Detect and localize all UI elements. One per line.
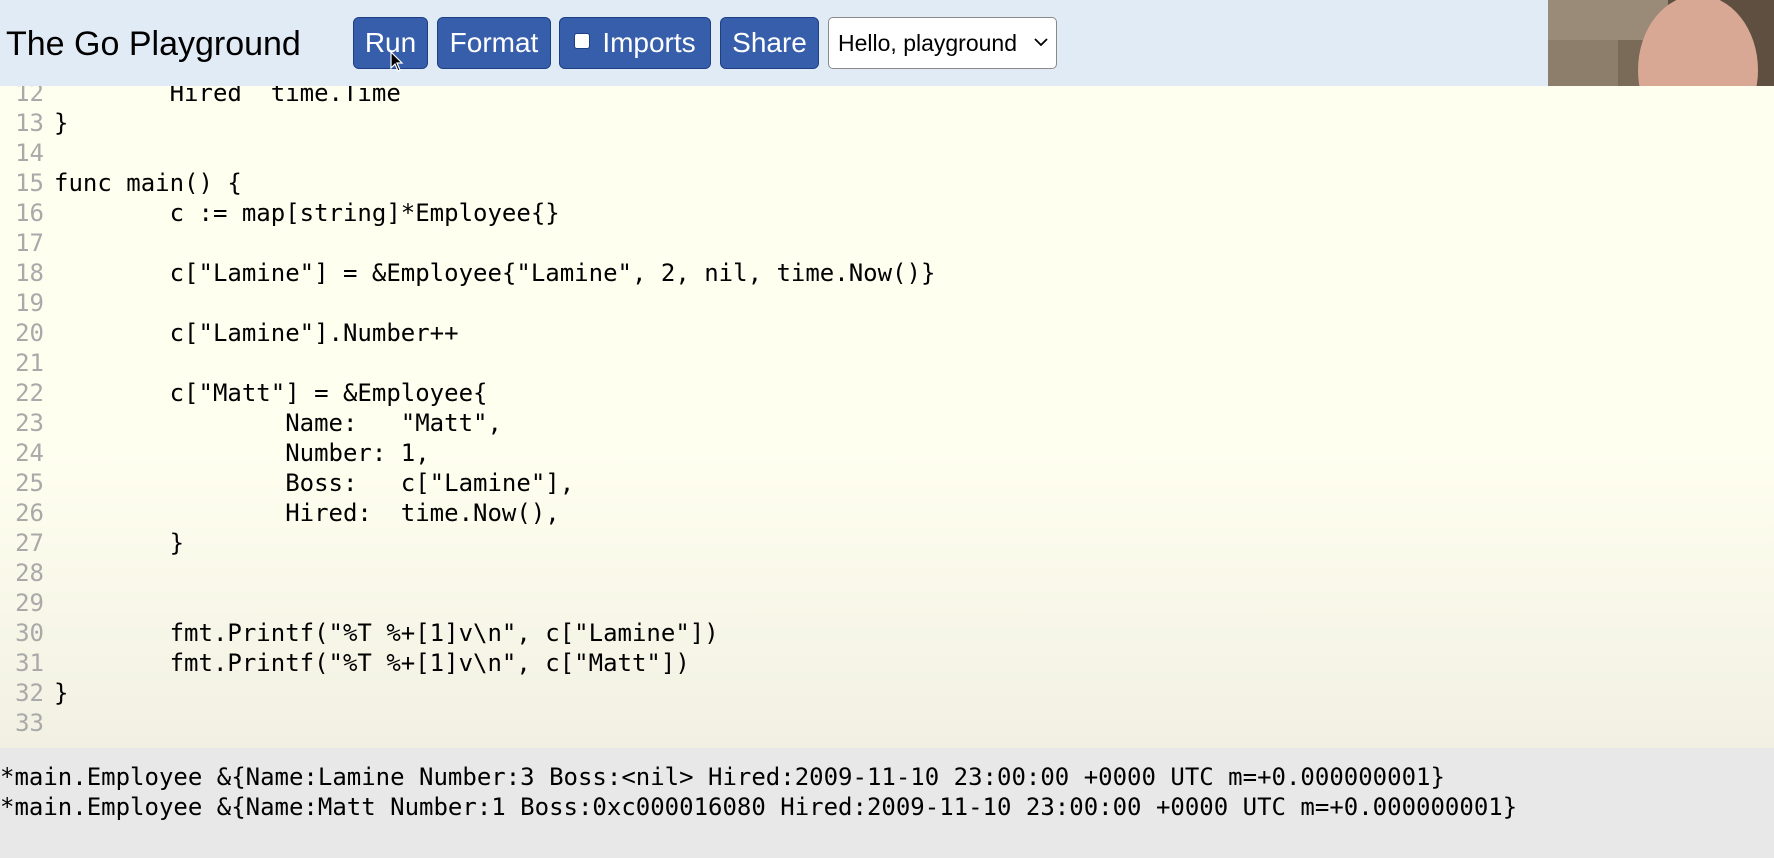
code-line[interactable]: 31 fmt.Printf("%T %+[1]v\n", c["Matt"]) [0, 648, 690, 678]
code-line[interactable]: 13} [0, 108, 68, 138]
line-code[interactable]: c["Matt"] = &Employee{ [54, 378, 488, 408]
code-line[interactable]: 21 [0, 348, 44, 378]
line-code[interactable]: Hired time.Time [54, 86, 401, 108]
line-number: 25 [15, 469, 44, 497]
code-line[interactable]: 15 func main() { [0, 168, 242, 198]
code-line[interactable]: 24 Number: 1, [0, 438, 430, 468]
code-line[interactable]: 22 c["Matt"] = &Employee{ [0, 378, 487, 408]
line-number: 16 [15, 199, 44, 227]
line-code[interactable]: } [54, 678, 68, 708]
code-line[interactable]: 25 Boss: c["Lamine"], [0, 468, 574, 498]
examples-selected-value: Hello, playground [838, 30, 1018, 56]
code-line[interactable]: 16 c := map[string]*Employee{} [0, 198, 560, 228]
output-lines: *main.Employee &{Name:Lamine Number:3 Bo… [0, 762, 1517, 822]
code-line[interactable]: 28 [0, 558, 44, 588]
line-code[interactable]: } [54, 528, 184, 558]
code-line[interactable]: 26 Hired: time.Now(), [0, 498, 560, 528]
format-button[interactable]: Format [437, 17, 551, 69]
code-line[interactable]: 18 c["Lamine"] = &Employee{"Lamine", 2, … [0, 258, 935, 288]
line-number: 19 [15, 289, 44, 317]
line-code[interactable]: c["Lamine"] = &Employee{"Lamine", 2, nil… [54, 258, 936, 288]
line-number: 17 [15, 229, 44, 257]
line-code[interactable]: Hired: time.Now(), [54, 498, 560, 528]
line-number: 27 [15, 529, 44, 557]
mouse-pointer-icon [390, 51, 404, 72]
examples-select[interactable]: Hello, playground [828, 17, 1057, 69]
line-code[interactable]: func main() { [54, 168, 242, 198]
line-number: 24 [15, 439, 44, 467]
line-number: 22 [15, 379, 44, 407]
header-bar: The Go Playground Run Format Imports Sha… [0, 0, 1774, 86]
code-line[interactable]: 29 [0, 588, 44, 618]
imports-toggle[interactable]: Imports [559, 17, 711, 69]
imports-label: Imports [602, 27, 696, 58]
checkbox-icon[interactable] [574, 32, 591, 49]
code-line[interactable]: 17 [0, 228, 44, 258]
line-code[interactable]: fmt.Printf("%T %+[1]v\n", c["Lamine"]) [54, 618, 719, 648]
code-line[interactable]: 20 c["Lamine"].Number++ [0, 318, 458, 348]
line-code[interactable]: c := map[string]*Employee{} [54, 198, 560, 228]
line-number: 26 [15, 499, 44, 527]
line-code[interactable]: c["Lamine"].Number++ [54, 318, 459, 348]
code-lines: 12 Hired time.Time 13} 14 15 func main() {16… [0, 86, 935, 738]
line-number: 21 [15, 349, 44, 377]
line-number: 12 [15, 86, 44, 107]
line-number: 29 [15, 589, 44, 617]
line-number: 28 [15, 559, 44, 587]
line-number: 14 [15, 139, 44, 167]
line-number: 18 [15, 259, 44, 287]
line-number: 31 [15, 649, 44, 677]
line-number: 13 [15, 109, 44, 137]
code-editor[interactable]: 12 Hired time.Time 13} 14 15 func main() {16… [0, 86, 1774, 748]
line-code[interactable]: Name: "Matt", [54, 408, 502, 438]
code-line[interactable]: 32} [0, 678, 68, 708]
app-title: The Go Playground [6, 25, 301, 63]
line-code[interactable]: } [54, 108, 68, 138]
code-line[interactable]: 14 [0, 138, 44, 168]
code-line[interactable]: 30 fmt.Printf("%T %+[1]v\n", c["Lamine"]… [0, 618, 719, 648]
code-line[interactable]: 19 [0, 288, 44, 318]
line-number: 20 [15, 319, 44, 347]
line-number: 23 [15, 409, 44, 437]
output-line: *main.Employee &{Name:Lamine Number:3 Bo… [0, 763, 1445, 791]
line-code[interactable]: fmt.Printf("%T %+[1]v\n", c["Matt"]) [54, 648, 690, 678]
line-code[interactable]: Boss: c["Lamine"], [54, 468, 574, 498]
line-number: 33 [15, 709, 44, 737]
code-line[interactable]: 33 [0, 708, 44, 738]
code-line[interactable]: 27 } [0, 528, 184, 558]
line-number: 15 [15, 169, 44, 197]
chevron-down-icon [1034, 38, 1048, 47]
line-number: 30 [15, 619, 44, 647]
output-line: *main.Employee &{Name:Matt Number:1 Boss… [0, 793, 1518, 821]
share-button[interactable]: Share [720, 17, 819, 69]
code-line[interactable]: 12 Hired time.Time [0, 86, 401, 108]
line-number: 32 [15, 679, 44, 707]
output-panel: *main.Employee &{Name:Lamine Number:3 Bo… [0, 748, 1774, 858]
line-code[interactable]: Number: 1, [54, 438, 430, 468]
code-line[interactable]: 23 Name: "Matt", [0, 408, 502, 438]
